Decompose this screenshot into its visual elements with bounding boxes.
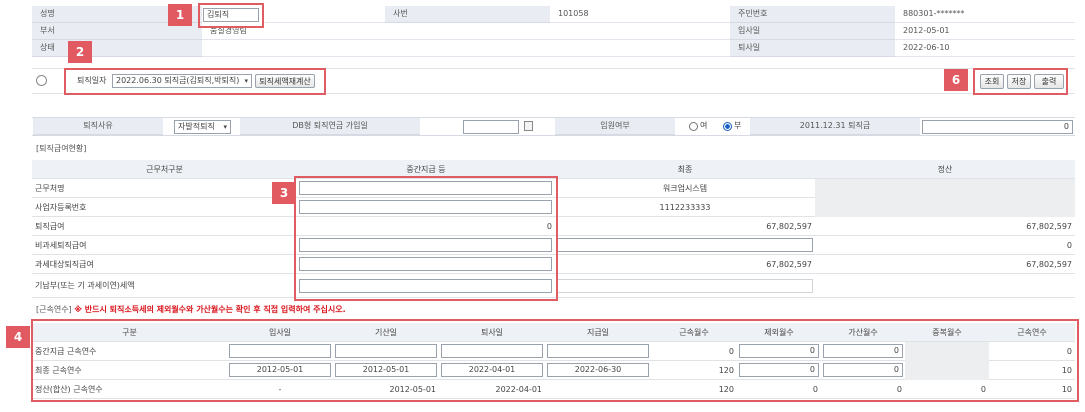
service-notice: ※ 반드시 퇴직소득세의 제외월수와 가산월수는 확인 후 직접 입력하여 주십… [74,305,346,314]
chevron-down-icon: ▾ [223,123,227,131]
pay-final-input[interactable] [557,238,813,252]
pay2011-label-text: 2011.12.31 퇴직금 [799,121,871,130]
service-section-title: [근속연수] [36,305,72,314]
pay-row-label: 근무처명 [35,184,65,193]
pay-header-cell: 최종 [677,165,693,174]
annotation-badge-2: 2 [68,41,92,63]
pay-settle-value: 67,802,597 [1026,260,1072,269]
exec-no-label: 부 [734,121,742,130]
dept-label-text: 부서 [40,26,55,35]
exec-yes-radio[interactable] [689,122,698,131]
service-section-heading: [근속연수] ※ 반드시 퇴직소득세의 제외월수와 가산월수는 확인 후 직접 … [36,304,346,316]
exec-no-radio[interactable] [723,122,732,131]
rrn-label: 주민번호 [730,6,895,23]
pay-settle-value [815,198,1075,217]
annotation-box-1 [198,3,264,28]
dept-value: 품질경영팀 [202,23,730,40]
rrn-value: 880301-******* [895,6,1075,23]
pay-row-label: 퇴직급여 [35,222,65,231]
hire-value: 2012-05-01 [895,23,1075,40]
exec-label-text: 임원여부 [600,121,630,130]
pay-row-label: 과세대상퇴직급여 [35,260,94,269]
position-label: 상태 [32,40,202,57]
retire-label: 퇴사일 [730,40,895,57]
pay-settle-value: 0 [1066,241,1072,250]
pay-settle-value: 67,802,597 [1026,222,1072,231]
annotation-box-4 [31,319,1079,402]
position-value [202,40,730,57]
db-date-field[interactable] [463,120,519,134]
pay-settle-value [815,274,1075,298]
annotation-badge-1: 1 [168,4,192,26]
name-fill [265,6,385,23]
pay-header-cell: 정산 [937,165,953,174]
retire-label-text: 퇴사일 [738,43,761,52]
exec-label: 임원여부 [555,118,675,135]
pay-final-value: 워크업시스템 [662,184,708,193]
rrn-label-text: 주민번호 [738,9,768,18]
reason-label-text: 퇴직사유 [83,121,113,130]
annotation-badge-6: 6 [944,69,968,91]
pay2011-label: 2011.12.31 퇴직금 [750,118,920,135]
position-label-text: 상태 [40,43,55,52]
annotation-badge-3: 3 [272,182,296,204]
pay-row-label: 기납부(또는 기 과세이연)세액 [35,281,135,290]
db-label: DB형 퇴직연금 가입일 [240,118,420,135]
empno-label: 사번 [385,6,550,23]
radio-icon[interactable] [36,75,47,86]
hire-label: 입사일 [730,23,895,40]
pay-section-title: [퇴직급여현황] [36,144,87,153]
reason-select-text: 자발적퇴직 [178,122,215,131]
pay-final-value: 1112233333 [659,203,711,212]
retire-value: 2022-06-10 [895,40,1075,57]
calendar-icon[interactable] [524,121,533,131]
pay-row-label: 사업자등록번호 [35,203,87,212]
pay-row-label: 비과세퇴직급여 [35,241,87,250]
annotation-box-3 [294,176,558,301]
reason-label: 퇴직사유 [33,118,163,135]
empno-label-text: 사번 [393,9,408,18]
reason-select[interactable]: 자발적퇴직 ▾ [174,120,231,134]
pay-final-value: 67,802,597 [766,260,812,269]
empno-value: 101058 [550,6,730,23]
db-label-text: DB형 퇴직연금 가입일 [292,121,368,130]
name-label-text: 성명 [40,9,55,18]
annotation-box-2 [64,68,326,95]
pay-final-value: 67,802,597 [766,222,812,231]
pay-settle-value [815,179,1075,198]
pay-header-cell: 근무처구분 [146,165,183,174]
pay-final-input[interactable] [557,279,813,293]
hire-label-text: 입사일 [738,26,761,35]
exec-yes-label: 여 [700,121,708,130]
pay2011-field[interactable]: 0 [922,120,1073,134]
annotation-badge-4: 4 [6,326,30,348]
annotation-box-6 [973,68,1068,95]
